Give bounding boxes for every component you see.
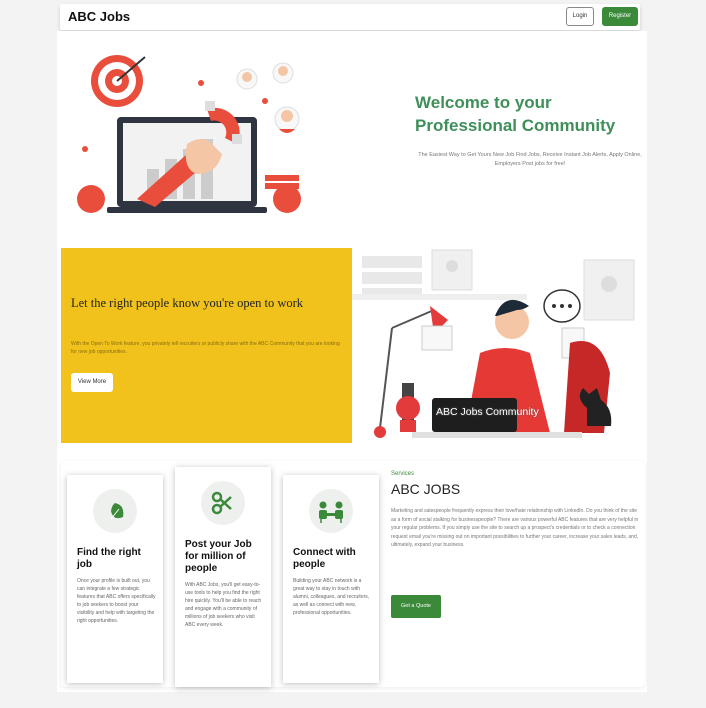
services-section: Find the right job Once your profile is … <box>61 461 645 687</box>
main-content: Welcome to your Professional Community T… <box>57 31 647 692</box>
people-icon <box>309 489 353 533</box>
open-to-work-banner: Let the right people know you're open to… <box>61 248 352 443</box>
register-button[interactable]: Register <box>602 7 638 26</box>
feature-card-title: Post your Job for million of people <box>185 539 252 574</box>
scissors-icon <box>201 481 245 525</box>
brand-logo[interactable]: ABC Jobs <box>68 9 130 24</box>
feature-card-title: Connect with people <box>293 547 356 570</box>
hero-illustration <box>77 49 317 219</box>
services-text: Marketing and salespeople frequently exp… <box>391 508 639 548</box>
services-label: Services <box>391 471 415 477</box>
get-quote-button[interactable]: Get a Quote <box>391 595 441 618</box>
services-title: ABC JOBS <box>391 481 461 497</box>
feature-card-text: Building your ABC network is a great way… <box>293 578 370 616</box>
office-illustration: ABC Jobs Community <box>352 248 645 443</box>
leaf-icon <box>93 489 137 533</box>
feature-card-find-job: Find the right job Once your profile is … <box>67 475 163 683</box>
feature-card-connect: Connect with people Building your ABC ne… <box>283 475 379 683</box>
feature-card-text: Once your profile is built out, you can … <box>77 578 156 624</box>
hero-subtitle: The Easiest Way to Get Yours New Job Fin… <box>418 152 642 167</box>
login-button[interactable]: Login <box>566 7 594 26</box>
navbar: ABC Jobs Login Register <box>60 4 640 30</box>
open-to-work-title: Let the right people know you're open to… <box>71 296 304 310</box>
open-to-work-text: With the Open To Work feature, you priva… <box>71 341 340 355</box>
feature-card-post-job: Post your Job for million of people With… <box>175 467 271 687</box>
hero-title: Welcome to your Professional Community <box>415 93 616 135</box>
page: ABC Jobs Login Register Welcome to your … <box>0 0 706 708</box>
feature-card-title: Find the right job <box>77 547 141 570</box>
feature-card-text: With ABC Jobs, you'll get easy-to-use to… <box>185 582 262 628</box>
community-caption: ABC Jobs Community <box>436 406 539 418</box>
view-more-button[interactable]: View More <box>71 373 113 392</box>
